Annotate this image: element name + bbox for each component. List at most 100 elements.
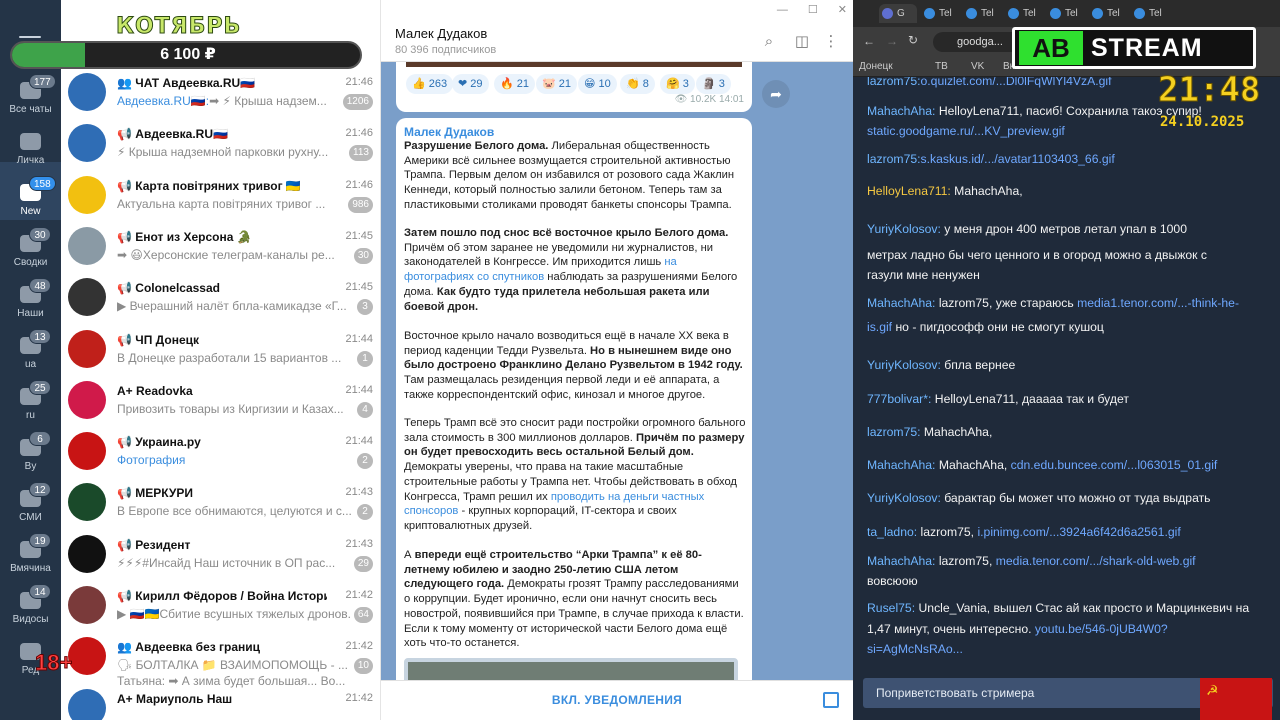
maximize-icon[interactable]: ☐: [808, 4, 818, 16]
chat-link[interactable]: media1.tenor.com/...-think-he-: [1077, 296, 1239, 310]
enable-notifications-button[interactable]: ВКЛ. УВЕДОМЛЕНИЯ: [381, 693, 853, 707]
bookmark-donetsk[interactable]: Донецк: [859, 61, 893, 72]
browser-tab[interactable]: G: [879, 4, 917, 23]
previous-message[interactable]: 👍 263 ❤ 29 🔥 21 🐷 21 😁 10 👏 8 🤗 3 🗿 3 👁 10.2K 1…: [396, 62, 752, 112]
chat-link[interactable]: youtu.be/546-0jUB4W0?: [1035, 622, 1168, 636]
stream-chat-message: si=AgMcNsRAo...: [867, 639, 1252, 659]
reaction-chip[interactable]: ❤ 29: [452, 74, 489, 94]
chat-link[interactable]: si=AgMcNsRAo...: [867, 642, 963, 656]
chat-username[interactable]: MahachAha:: [867, 104, 935, 118]
folder-item[interactable]: 12 СМИ: [0, 482, 61, 532]
folder-item[interactable]: 13 ua: [0, 329, 61, 379]
chat-username[interactable]: lazrom75:: [867, 77, 921, 88]
chat-link[interactable]: cdn.edu.buncee.com/...l063015_01.gif: [1011, 458, 1218, 472]
chat-text: барактар бы может что можно от туда выдр…: [940, 491, 1211, 505]
close-icon[interactable]: ✕: [838, 4, 847, 16]
chat-username[interactable]: MahachAha:: [867, 458, 935, 472]
folder-item[interactable]: Личка: [0, 125, 61, 175]
chat-username[interactable]: 777bolivar*:: [867, 392, 931, 406]
chat-title: A+ Мариуполь Наш: [117, 691, 233, 706]
folder-item[interactable]: 6 By: [0, 431, 61, 481]
chat-list-item[interactable]: 👥 Авдеевка без границ 21:42 🗣 БОЛТАЛКА 📁 В…: [61, 634, 380, 688]
reaction-chip[interactable]: 🗿 3: [696, 74, 731, 94]
chat-list-item[interactable]: 📢 Авдеевка.RU🇷🇺 21:46 ⚡ Крыша надземной па…: [61, 121, 380, 172]
reaction-chip[interactable]: 😁 10: [578, 74, 617, 94]
post-text: А: [404, 549, 415, 561]
bookmark-tv[interactable]: ТВ: [935, 61, 948, 72]
chat-list-item[interactable]: 👥 ЧАТ Авдеевка.RU🇷🇺 21:46 Авдеевка.RU🇷🇺:➡ …: [61, 70, 380, 121]
chat-text: бпла вернее: [940, 358, 1016, 372]
folder-item[interactable]: 30 Сводки: [0, 227, 61, 277]
chat-list-item[interactable]: A+ Readovka 21:44 Привозить товары из Кирг…: [61, 378, 380, 429]
stream-date: 24.10.2025: [1160, 114, 1245, 130]
chat-username[interactable]: lazrom75:: [867, 152, 921, 166]
folder-item[interactable]: 25 ru: [0, 380, 61, 430]
browser-tab[interactable]: Tel: [1005, 4, 1043, 23]
channel-title[interactable]: Малек Дудаков: [395, 26, 487, 41]
chat-list-item[interactable]: 📢 Резидент 21:43 ⚡⚡⚡#Инсайд Наш источник в…: [61, 532, 380, 583]
chat-username[interactable]: MahachAha:: [867, 296, 935, 310]
folder-item[interactable]: 48 Наши: [0, 278, 61, 328]
chat-username[interactable]: MahachAha:: [867, 554, 935, 568]
chat-link[interactable]: i.pinimg.com/...3924a6f42d6a2561.gif: [977, 525, 1180, 539]
unread-count-badge: 113: [349, 145, 373, 162]
chat-title: 📢 ЧП Донецк: [117, 332, 199, 347]
chat-list-item[interactable]: 📢 Карта повітряних тривог 🇺🇦 21:46 Актуаль…: [61, 173, 380, 224]
chat-username[interactable]: lazrom75:: [867, 425, 921, 439]
chat-username[interactable]: YuriyKolosov:: [867, 358, 941, 372]
chat-list-item[interactable]: 📢 Colonelcassad 21:45 ▶ Вчерашний налёт бп…: [61, 275, 380, 326]
chat-list-item[interactable]: 📢 ЧП Донецк 21:44 В Донецке разработали 15…: [61, 327, 380, 378]
folder-item[interactable]: 19 Вмячина: [0, 533, 61, 583]
folder-item[interactable]: 14 Видосы: [0, 584, 61, 634]
minimize-icon[interactable]: —: [777, 4, 788, 16]
stream-chat-feed[interactable]: lazrom75:o.quizlet.com/...Dl0lFqWlYl4VzA…: [853, 77, 1280, 677]
chat-list-item[interactable]: 📢 Кирилл Фёдоров / Война История О... 21:…: [61, 583, 380, 634]
chat-link[interactable]: media.tenor.com/.../shark-old-web.gif: [996, 554, 1196, 568]
reaction-chip[interactable]: 🤗 3: [660, 74, 695, 94]
chat-avatar: [68, 688, 106, 720]
more-options-icon[interactable]: ⋮: [823, 34, 839, 50]
chat-list-item[interactable]: 📢 МЕРКУРИ 21:43 В Европе все обнимаются, ц…: [61, 480, 380, 531]
chat-list-item[interactable]: 📢 Украина.ру 21:44 Фотография 2: [61, 429, 380, 480]
chat-link[interactable]: o.quizlet.com/...Dl0lFqWlYl4VzA.gif: [921, 77, 1112, 88]
chat-preview: ⚡⚡⚡#Инсайд Наш источник в ОП рас...: [117, 556, 352, 572]
chat-preview-text: ➡ 😃Херсонские телеграм-каналы ре...: [117, 247, 335, 262]
chat-link[interactable]: is.gif: [867, 320, 892, 334]
window-controls[interactable]: — ☐ ✕: [757, 3, 847, 17]
browser-tab[interactable]: Tel: [1047, 4, 1085, 23]
bookmark-vk[interactable]: VK: [971, 61, 984, 72]
chat-link[interactable]: static.goodgame.ru/...KV_preview.gif: [867, 124, 1065, 138]
chat-username[interactable]: HelloyLena711:: [867, 184, 951, 198]
reaction-chip[interactable]: 👍 263: [406, 74, 454, 94]
sidebar-toggle-icon[interactable]: ◫: [794, 34, 810, 50]
browser-tab[interactable]: Tel: [1089, 4, 1127, 23]
chat-username[interactable]: YuriyKolosov:: [867, 491, 941, 505]
reaction-chip[interactable]: 🐷 21: [536, 74, 577, 94]
chat-list-item[interactable]: A+ Мариуполь Наш 21:42: [61, 686, 380, 720]
chat-username[interactable]: ta_ladno:: [867, 525, 917, 539]
post-paragraph-2: Затем пошло под снос всё восточное крыло…: [404, 226, 746, 314]
browser-tab[interactable]: Tel: [963, 4, 1001, 23]
reaction-chip[interactable]: 👏 8: [620, 74, 655, 94]
gift-icon[interactable]: [823, 692, 839, 708]
reload-icon[interactable]: ↻: [908, 33, 918, 47]
reaction-chip[interactable]: 🔥 21: [494, 74, 535, 94]
chat-username[interactable]: YuriyKolosov:: [867, 222, 941, 236]
channel-footer: ВКЛ. УВЕДОМЛЕНИЯ: [381, 680, 853, 720]
browser-tab[interactable]: Tel: [1131, 4, 1169, 23]
back-icon[interactable]: ←: [863, 34, 875, 48]
folder-item[interactable]: 177 Все чаты: [0, 74, 61, 124]
share-icon[interactable]: ➦: [762, 80, 790, 108]
chat-list-item[interactable]: 📢 Енот из Херсона 🐊 21:45 ➡ 😃Херсонские те…: [61, 224, 380, 275]
search-icon[interactable]: ⌕: [761, 34, 777, 50]
channel-post[interactable]: Малек Дудаков Разрушение Белого дома. Ли…: [396, 118, 752, 720]
channel-header[interactable]: — ☐ ✕ Малек Дудаков 80 396 подписчиков ⌕ ◫…: [381, 0, 853, 62]
browser-tab[interactable]: Tel: [921, 4, 959, 23]
chat-username[interactable]: Rusel75:: [867, 601, 915, 615]
chat-title: 📢 Карта повітряних тривог 🇺🇦: [117, 178, 301, 193]
chat-link[interactable]: s.kaskus.id/.../avatar1103403_66.gif: [921, 152, 1115, 166]
stream-chat-message: YuriyKolosov: у меня дрон 400 метров лет…: [867, 219, 1252, 239]
forward-icon[interactable]: →: [886, 34, 898, 48]
folder-item[interactable]: 158 New: [0, 176, 61, 226]
post-author[interactable]: Малек Дудаков: [404, 125, 494, 139]
